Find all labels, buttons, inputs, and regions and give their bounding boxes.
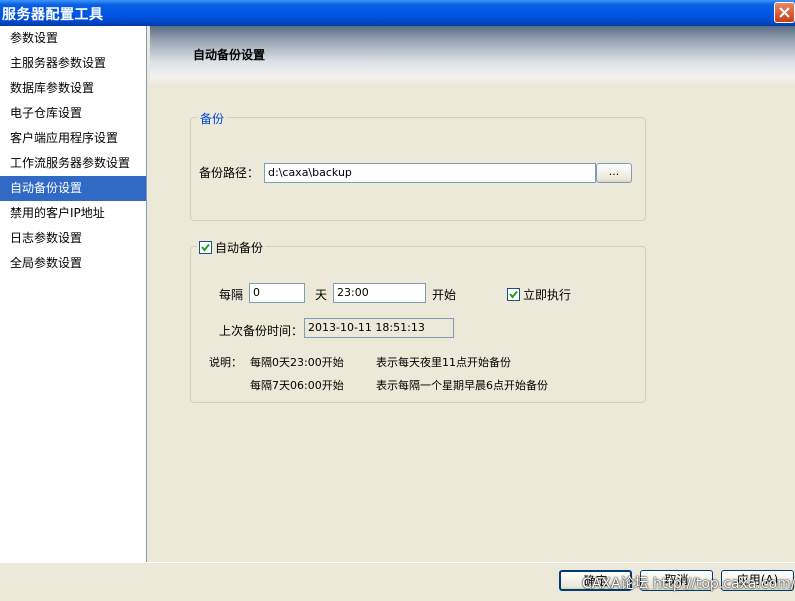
run-now-label: 立即执行: [523, 288, 572, 302]
note-meaning-1: 表示每天夜里11点开始备份: [376, 356, 511, 369]
title-bar: 服务器配置工具: [0, 0, 795, 26]
checkmark-icon: [201, 243, 210, 252]
auto-backup-legend: 自动备份: [197, 239, 266, 256]
sidebar-item-banned-ip[interactable]: 禁用的客户IP地址: [0, 201, 146, 226]
run-now-checkbox[interactable]: [507, 288, 520, 301]
sidebar-item-database[interactable]: 数据库参数设置: [0, 76, 146, 101]
auto-backup-checkbox[interactable]: [199, 241, 212, 254]
interval-days-input[interactable]: 0: [249, 283, 305, 303]
sidebar: 参数设置 主服务器参数设置 数据库参数设置 电子仓库设置 客户端应用程序设置 工…: [0, 26, 147, 562]
start-time-input[interactable]: 23:00: [333, 283, 426, 303]
backup-group-legend: 备份: [197, 110, 228, 127]
note-label: 说明：: [209, 356, 242, 369]
sidebar-item-auto-backup[interactable]: 自动备份设置: [0, 176, 146, 201]
backup-path-label: 备份路径：: [199, 166, 260, 180]
sidebar-item-client-app[interactable]: 客户端应用程序设置: [0, 126, 146, 151]
watermark-text: CAXA论坛 http://top.caxa.com/: [582, 576, 795, 592]
start-label: 开始: [432, 288, 457, 302]
last-backup-label: 上次备份时间：: [219, 324, 304, 338]
note-meaning-2: 表示每隔一个星期早晨6点开始备份: [376, 379, 548, 392]
page-title: 自动备份设置: [193, 48, 266, 62]
sidebar-item-main-server[interactable]: 主服务器参数设置: [0, 51, 146, 76]
note-example-1: 每隔0天23:00开始: [250, 356, 344, 369]
browse-button[interactable]: ...: [596, 163, 632, 183]
auto-backup-label: 自动备份: [215, 241, 264, 255]
last-backup-time: 2013-10-11 18:51:13: [304, 318, 454, 338]
close-icon: [779, 7, 790, 18]
main-panel: 自动备份设置 备份 备份路径： d:\caxa\backup ... 自动备份 …: [148, 26, 795, 562]
backup-path-input[interactable]: d:\caxa\backup: [264, 163, 596, 183]
checkmark-icon: [509, 290, 518, 299]
day-label: 天: [315, 288, 328, 302]
close-button[interactable]: [774, 2, 795, 23]
run-now-option: 立即执行: [507, 286, 571, 303]
auto-backup-group: 自动备份 每隔 0 天 23:00 开始 立即执行 上次备份时间： 2013-1…: [190, 239, 646, 403]
sidebar-item-global[interactable]: 全局参数设置: [0, 251, 146, 276]
sidebar-item-params[interactable]: 参数设置: [0, 26, 146, 51]
sidebar-item-workflow-server[interactable]: 工作流服务器参数设置: [0, 151, 146, 176]
sidebar-item-log[interactable]: 日志参数设置: [0, 226, 146, 251]
window-title: 服务器配置工具: [2, 7, 104, 23]
note-example-2: 每隔7天06:00开始: [250, 379, 344, 392]
sidebar-item-vault[interactable]: 电子仓库设置: [0, 101, 146, 126]
backup-group: 备份 备份路径： d:\caxa\backup ...: [190, 110, 646, 221]
page-header: 自动备份设置: [150, 26, 795, 86]
every-label: 每隔: [219, 288, 244, 302]
